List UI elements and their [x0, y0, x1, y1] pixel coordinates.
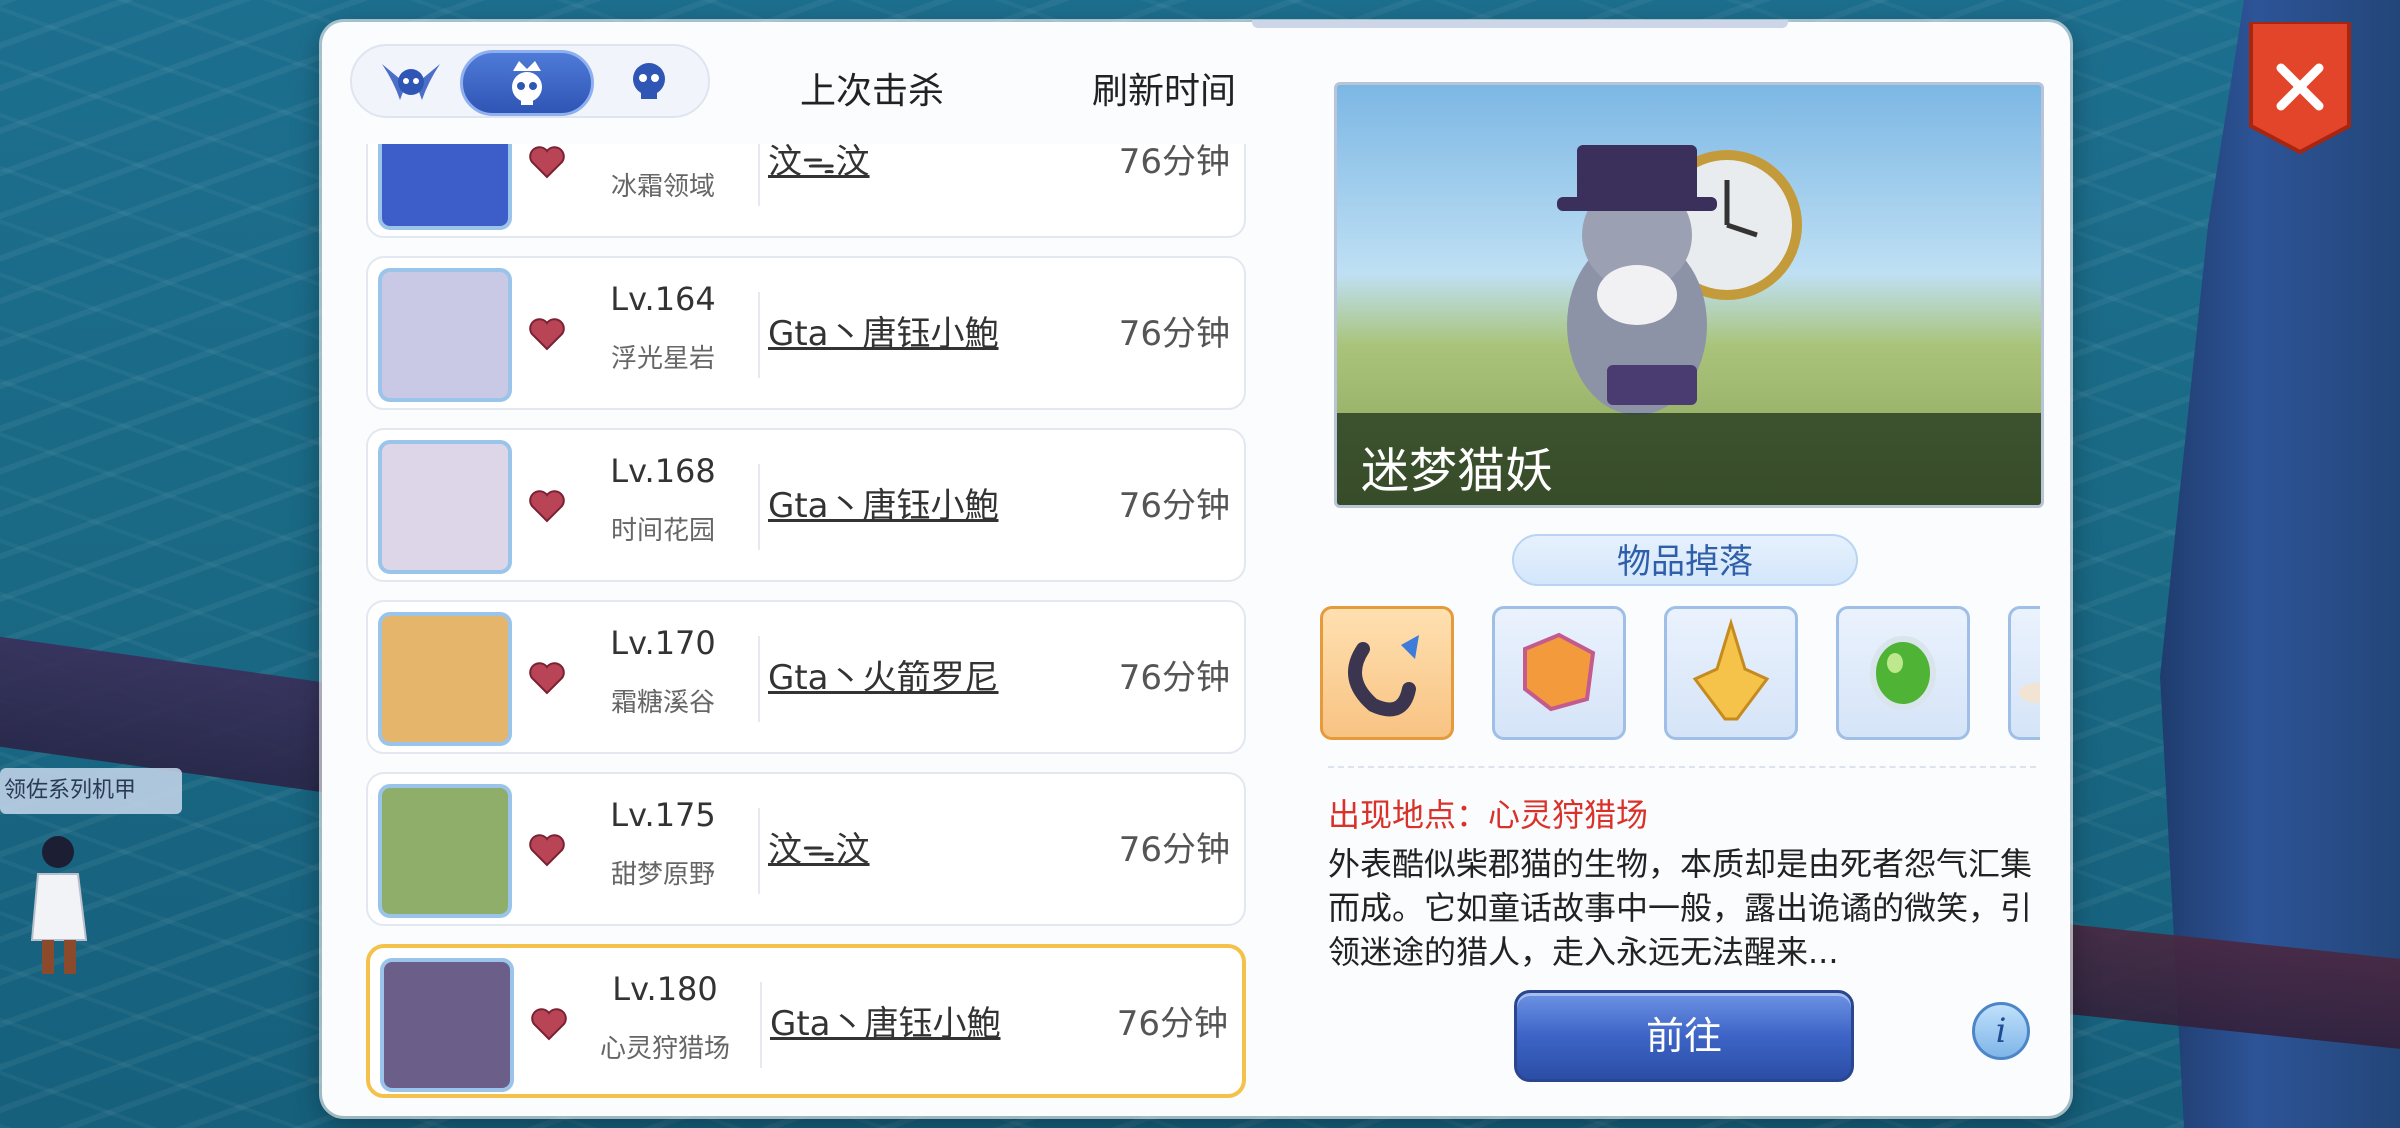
refresh-time: 76分钟 [1118, 314, 1230, 354]
heart-icon[interactable] [526, 144, 568, 182]
refresh-time: 76分钟 [1118, 830, 1230, 870]
green-gem-icon [1870, 636, 1936, 710]
drop-item-gold-crystal[interactable] [1664, 606, 1798, 740]
boss-level: Lv.168 [610, 452, 716, 490]
refresh-time: 76分钟 [1116, 1004, 1228, 1044]
refresh-time: 76分钟 [1118, 486, 1230, 526]
boss-map: 霜糖溪谷 [610, 688, 715, 718]
row-divider [760, 982, 762, 1068]
drops-title: 物品掉落 [1512, 534, 1858, 586]
npc-name-tag[interactable]: 领佐系列机甲 [0, 768, 182, 814]
boss-map: 甜梦原野 [610, 860, 715, 890]
boss-level: Lv.170 [610, 624, 716, 662]
boss-name-bar: 迷梦猫妖 [1337, 413, 2041, 505]
heart-icon[interactable] [526, 656, 568, 698]
gold-crystal-icon [1692, 617, 1770, 721]
boss-avatar [378, 268, 512, 402]
partial-item-icon [2019, 683, 2040, 703]
boss-avatar [378, 144, 512, 230]
row-divider [758, 464, 760, 550]
boss-panel: 上次击杀 刷新时间 冰霜领域 汶ᯓ汶 76分钟 Lv.164 浮光星岩 Gta丶… [322, 20, 2351, 1116]
boss-avatar [378, 784, 512, 918]
last-killer-link[interactable]: Gta丶火箭罗尼 [768, 650, 999, 699]
heart-icon[interactable] [528, 1002, 570, 1044]
skull-icon [633, 63, 665, 99]
refresh-time: 76分钟 [1118, 658, 1230, 698]
cat-tail-card-icon [1348, 635, 1419, 717]
tab-crowned-boss[interactable] [460, 50, 594, 116]
drop-items[interactable] [1320, 602, 2040, 742]
go-button[interactable]: 前往 [1514, 990, 1854, 1082]
boss-description: 外表酷似柴郡猫的生物，本质却是由死者怨气汇集而成。它如童话故事中一般，露出诡谲的… [1328, 845, 2033, 971]
heart-icon[interactable] [526, 828, 568, 870]
winged-skull-icon [382, 64, 440, 100]
orange-fragment-icon [1523, 632, 1596, 712]
boss-map: 浮光星岩 [610, 344, 715, 374]
heart-icon[interactable] [526, 484, 568, 526]
row-divider [758, 808, 760, 894]
boss-map: 冰霜领域 [610, 172, 715, 202]
last-killer-link[interactable]: 汶ᯓ汶 [768, 822, 870, 871]
last-killer-link[interactable]: 汶ᯓ汶 [768, 144, 870, 183]
boss-level: Lv.175 [610, 796, 716, 834]
last-killer-link[interactable]: Gta丶唐钰小鮑 [768, 306, 999, 355]
boss-preview: 迷梦猫妖 [1334, 82, 2044, 508]
boss-map: 时间花园 [610, 516, 715, 546]
list-item[interactable]: Lv.168 时间花园 Gta丶唐钰小鮑 76分钟 [366, 428, 1246, 582]
drop-item-green-gem[interactable] [1836, 606, 1970, 740]
info-button[interactable]: i [1972, 1002, 2030, 1060]
boss-avatar [380, 958, 514, 1092]
boss-list[interactable]: 冰霜领域 汶ᯓ汶 76分钟 Lv.164 浮光星岩 Gta丶唐钰小鮑 76分钟 … [342, 144, 1258, 1104]
boss-category-tabs [350, 44, 710, 118]
boss-level: Lv.164 [610, 280, 716, 318]
drag-handle[interactable] [1252, 20, 1788, 28]
boss-name: 迷梦猫妖 [1361, 443, 1554, 499]
list-item[interactable]: Lv.175 甜梦原野 汶ᯓ汶 76分钟 [366, 772, 1246, 926]
drop-item-cat-tail-card[interactable] [1320, 606, 1454, 740]
row-divider [758, 292, 760, 378]
npc-character[interactable] [20, 830, 100, 980]
boss-avatar [378, 440, 512, 574]
last-killer-link[interactable]: Gta丶唐钰小鮑 [770, 996, 1001, 1045]
section-divider [1328, 766, 2036, 768]
spawn-location: 出现地点：心灵狩猎场 [1328, 796, 1649, 834]
boss-avatar [378, 612, 512, 746]
list-item-selected[interactable]: Lv.180 心灵狩猎场 Gta丶唐钰小鮑 76分钟 [366, 944, 1246, 1098]
crowned-skull-icon [512, 61, 542, 105]
row-divider [758, 144, 760, 206]
list-item[interactable]: Lv.164 浮光星岩 Gta丶唐钰小鮑 76分钟 [366, 256, 1246, 410]
row-divider [758, 636, 760, 722]
close-button[interactable] [2247, 22, 2353, 154]
list-item[interactable]: Lv.170 霜糖溪谷 Gta丶火箭罗尼 76分钟 [366, 600, 1246, 754]
tab-winged-boss[interactable] [366, 52, 456, 112]
heart-icon[interactable] [526, 312, 568, 354]
header-refresh-time: 刷新时间 [1092, 71, 1237, 112]
boss-map: 心灵狩猎场 [599, 1034, 730, 1064]
refresh-time: 76分钟 [1118, 144, 1230, 182]
drop-item-partial[interactable] [2008, 606, 2040, 740]
list-item[interactable]: 冰霜领域 汶ᯓ汶 76分钟 [366, 144, 1246, 238]
header-last-kill: 上次击杀 [800, 71, 945, 112]
drop-item-orange-fragment[interactable] [1492, 606, 1626, 740]
last-killer-link[interactable]: Gta丶唐钰小鮑 [768, 478, 999, 527]
boss-level: Lv.180 [612, 970, 718, 1008]
tab-skull-boss[interactable] [604, 52, 694, 112]
